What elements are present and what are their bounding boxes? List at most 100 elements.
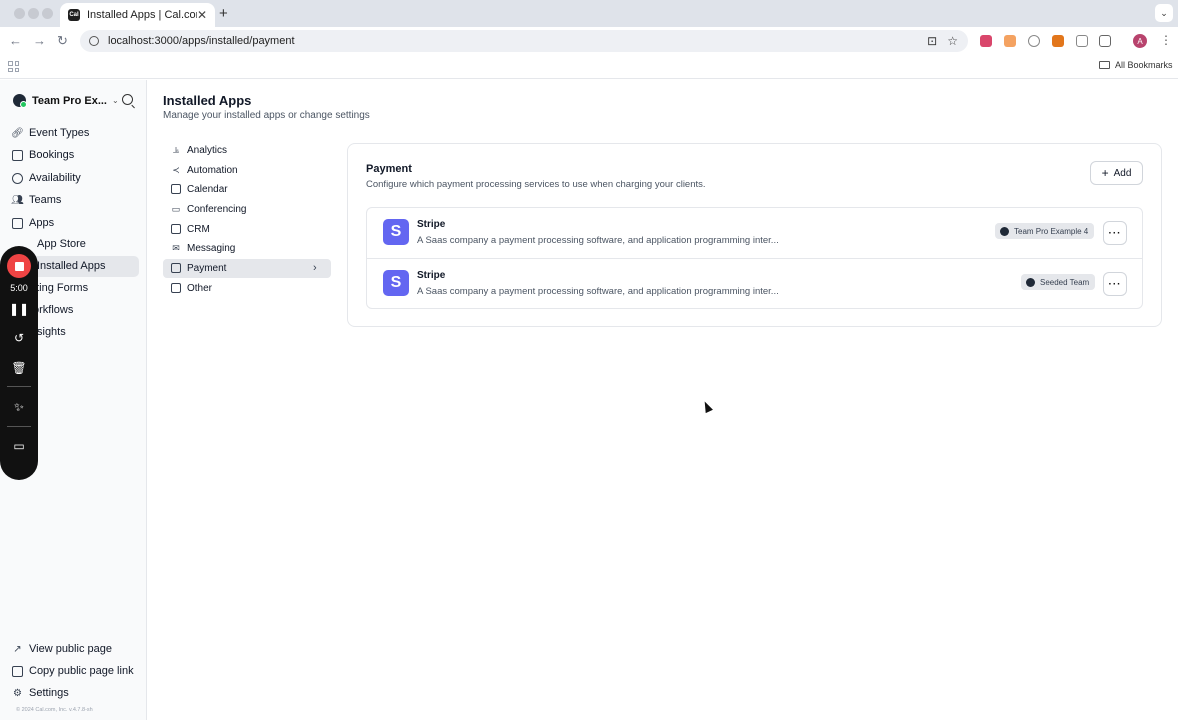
- metamask-icon[interactable]: [1052, 35, 1064, 47]
- effects-icon[interactable]: ✨︎: [0, 400, 38, 415]
- share-icon: ≺: [172, 164, 180, 175]
- category-crm[interactable]: CRM: [171, 219, 210, 239]
- copyright-text: © 2024 Cal.com, Inc. v.4.7.8-sh: [16, 707, 93, 713]
- list-item: S Stripe A Saas company a payment proces…: [367, 208, 1142, 258]
- sidebar-item-label: orkflows: [33, 304, 74, 316]
- app-description: A Saas company a payment processing soft…: [417, 235, 779, 246]
- chevron-down-icon: ⌄: [112, 96, 119, 105]
- window-zoom-button[interactable]: [42, 8, 53, 19]
- bookmark-star-icon[interactable]: ☆: [947, 34, 958, 48]
- category-label: Other: [187, 282, 213, 294]
- team-avatar: [1000, 226, 1009, 236]
- tab-close-icon[interactable]: ✕: [197, 8, 207, 22]
- window-close-button[interactable]: [14, 8, 25, 19]
- all-bookmarks-button[interactable]: All Bookmarks: [1099, 60, 1173, 70]
- sidebar-item-label: Teams: [29, 194, 62, 206]
- category-label: CRM: [187, 223, 210, 235]
- site-info-icon[interactable]: [89, 36, 99, 46]
- sidebar-item-label: Event Types: [29, 127, 90, 139]
- extension-icon[interactable]: [1028, 35, 1040, 47]
- stop-recording-button[interactable]: [7, 254, 31, 278]
- team-selector[interactable]: Team Pro Ex... ⌄: [13, 94, 119, 108]
- sidebar-item-event-types[interactable]: 🔗︎ Event Types: [11, 123, 90, 143]
- profile-avatar[interactable]: A: [1133, 34, 1147, 48]
- sidebar-item-label: Bookings: [29, 149, 75, 161]
- view-public-page-link[interactable]: ↗ View public page: [12, 639, 112, 659]
- plus-icon: +: [1101, 166, 1109, 180]
- sidebar-item-bookings[interactable]: Bookings: [12, 145, 74, 165]
- tab-title: Installed Apps | Cal.com: [87, 9, 197, 21]
- contact-icon: [171, 224, 181, 234]
- video-icon: ▭: [171, 203, 181, 214]
- apps-grid-icon[interactable]: [8, 61, 19, 72]
- add-app-button[interactable]: + Add: [1090, 161, 1143, 185]
- extension-icon[interactable]: [1004, 35, 1016, 47]
- team-badge-label: Team Pro Example 4: [1014, 226, 1089, 236]
- category-payment[interactable]: Payment: [171, 258, 226, 278]
- clock-icon: [12, 172, 23, 184]
- extension-icon[interactable]: [1076, 35, 1088, 47]
- more-options-button[interactable]: ···: [1103, 221, 1127, 245]
- grid-icon: [12, 217, 23, 229]
- users-icon: 👥︎: [11, 194, 24, 206]
- add-button-label: Add: [1113, 167, 1132, 179]
- url-bar[interactable]: localhost:3000/apps/installed/payment ⊡ …: [80, 30, 968, 52]
- forward-icon[interactable]: →: [33, 33, 46, 48]
- category-messaging[interactable]: ✉ Messaging: [171, 238, 235, 258]
- sidebar-item-workflows[interactable]: orkflows: [33, 301, 73, 319]
- camera-icon[interactable]: ▭: [0, 439, 38, 453]
- pause-icon[interactable]: ❚❚: [0, 302, 38, 316]
- sidebar-item-availability[interactable]: Availability: [12, 168, 81, 188]
- sidebar-item-teams[interactable]: 👥︎ Teams: [11, 190, 62, 210]
- mouse-cursor-icon: [701, 399, 713, 414]
- extension-icon[interactable]: [980, 35, 992, 47]
- page-title: Installed Apps: [163, 93, 252, 108]
- divider: [7, 426, 31, 427]
- category-label: Payment: [187, 262, 227, 274]
- extensions-puzzle-icon[interactable]: [1099, 35, 1111, 47]
- chart-icon: ⫡: [172, 144, 179, 155]
- panel-subtitle: Configure which payment processing servi…: [366, 179, 706, 190]
- category-other[interactable]: Other: [171, 278, 212, 298]
- category-label: Messaging: [187, 242, 236, 254]
- search-icon[interactable]: [122, 94, 133, 105]
- panel-title: Payment: [366, 163, 412, 175]
- app-name: Stripe: [417, 270, 446, 281]
- sidebar-item-app-store[interactable]: App Store: [37, 235, 86, 253]
- link-icon: 🔗︎: [11, 127, 24, 139]
- install-app-icon[interactable]: ⊡: [927, 34, 937, 48]
- copy-public-page-link[interactable]: Copy public page link: [12, 661, 134, 681]
- new-tab-icon[interactable]: +: [219, 5, 228, 22]
- sidebar-item-apps[interactable]: Apps: [12, 213, 54, 233]
- gear-icon: ⚙: [13, 687, 22, 699]
- all-bookmarks-label: All Bookmarks: [1115, 60, 1173, 70]
- external-link-icon: ↗: [13, 643, 22, 655]
- category-automation[interactable]: ≺ Automation: [171, 160, 237, 180]
- settings-link[interactable]: ⚙ Settings: [12, 683, 69, 703]
- category-conferencing[interactable]: ▭ Conferencing: [171, 199, 247, 219]
- back-icon[interactable]: ←: [9, 33, 22, 48]
- sidebar-item-installed-apps[interactable]: Installed Apps: [37, 257, 106, 275]
- more-options-button[interactable]: ···: [1103, 272, 1127, 296]
- sidebar-item-label: Availability: [29, 172, 81, 184]
- stripe-logo-icon: S: [383, 219, 409, 245]
- restart-icon[interactable]: ↺: [0, 331, 38, 345]
- team-name: Team Pro Ex...: [32, 94, 107, 107]
- trash-icon[interactable]: 🗑︎: [0, 361, 38, 375]
- window-minimize-button[interactable]: [28, 8, 39, 19]
- team-avatar: [13, 94, 27, 108]
- browser-menu-icon[interactable]: ⋮: [1160, 33, 1172, 47]
- app-name: Stripe: [417, 219, 446, 230]
- grid-icon: [171, 283, 181, 293]
- sidebar-item-insights[interactable]: sights: [37, 323, 66, 341]
- copy-icon: [12, 665, 23, 677]
- reload-icon[interactable]: ↻: [57, 33, 68, 49]
- category-calendar[interactable]: Calendar: [171, 179, 228, 199]
- bookmarks-bar: All Bookmarks: [0, 55, 1178, 79]
- calendar-icon: [12, 149, 23, 161]
- chevron-right-icon: ›: [313, 262, 317, 274]
- browser-tab[interactable]: Cal Installed Apps | Cal.com ✕: [60, 3, 215, 27]
- tab-search-icon[interactable]: ⌄: [1155, 4, 1173, 22]
- category-analytics[interactable]: ⫡ Analytics: [171, 140, 227, 160]
- sidebar-item-routing-forms[interactable]: uting Forms: [30, 279, 88, 297]
